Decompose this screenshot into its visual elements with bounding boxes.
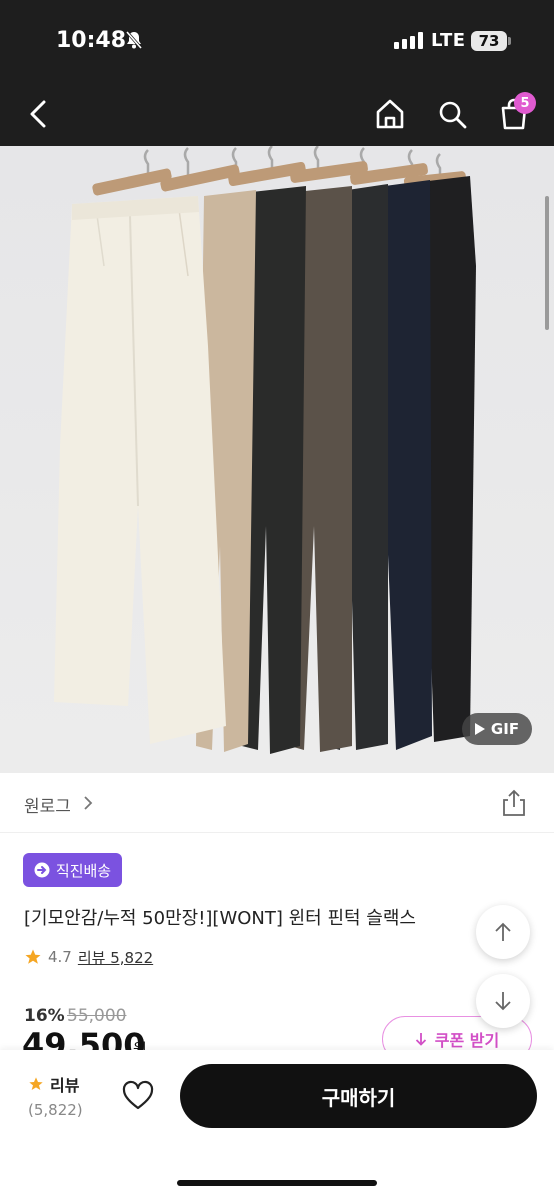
battery-icon: 73 <box>471 31 507 51</box>
review-link[interactable]: 리뷰 5,822 <box>78 947 153 968</box>
direct-delivery-badge: 직진배송 <box>23 853 122 887</box>
scroll-down-button[interactable] <box>476 974 530 1028</box>
rating-score: 4.7 <box>48 948 72 966</box>
rating-row: 4.7 리뷰 5,822 <box>24 945 153 969</box>
status-bar: 10:48 LTE 73 <box>0 0 554 80</box>
discount-rate: 16% <box>24 1006 65 1026</box>
wishlist-heart-icon[interactable] <box>118 1076 158 1116</box>
brand-row[interactable]: 원로그 <box>0 775 554 833</box>
back-icon[interactable] <box>22 94 58 134</box>
bell-muted-icon <box>124 30 144 54</box>
download-arrow-icon <box>415 1033 426 1046</box>
chevron-right-icon <box>82 795 94 815</box>
image-scrollbar <box>545 196 549 330</box>
star-icon <box>29 1077 43 1090</box>
share-icon[interactable] <box>500 788 528 822</box>
gif-label: GIF <box>490 720 520 738</box>
arrow-up-icon <box>495 922 511 941</box>
review-summary-label: 리뷰 <box>50 1076 80 1095</box>
top-header: 10:48 LTE 73 <box>0 0 554 146</box>
buy-button[interactable]: 구매하기 <box>180 1064 537 1128</box>
delivery-badge-label: 직진배송 <box>55 861 112 880</box>
review-summary-label-row: 리뷰 <box>28 1072 79 1096</box>
play-icon <box>474 723 485 735</box>
review-summary-count: (5,822) <box>28 1101 83 1119</box>
arrow-down-icon <box>495 992 511 1011</box>
delivery-arrow-icon <box>34 862 50 878</box>
product-image[interactable] <box>0 146 554 773</box>
product-photo-drawing <box>0 146 554 773</box>
product-title: [기모안감/누적 50만장!][WONT] 윈터 핀턱 슬랙스 <box>24 908 416 929</box>
nav-bar <box>0 80 554 146</box>
scroll-up-button[interactable] <box>476 905 530 959</box>
coupon-label: 쿠폰 받기 <box>434 1031 500 1050</box>
search-icon[interactable] <box>434 94 470 134</box>
brand-name[interactable]: 원로그 <box>24 792 71 817</box>
signal-icon <box>394 32 423 49</box>
original-price: 55,000 <box>67 1006 127 1026</box>
cart-count-badge: 5 <box>514 92 536 114</box>
status-time: 10:48 <box>56 28 127 53</box>
gif-badge[interactable]: GIF <box>462 713 532 745</box>
network-label: LTE <box>431 30 466 51</box>
star-icon <box>25 949 41 964</box>
battery-tip <box>508 37 511 45</box>
home-icon[interactable] <box>372 94 408 134</box>
home-indicator <box>177 1180 377 1186</box>
